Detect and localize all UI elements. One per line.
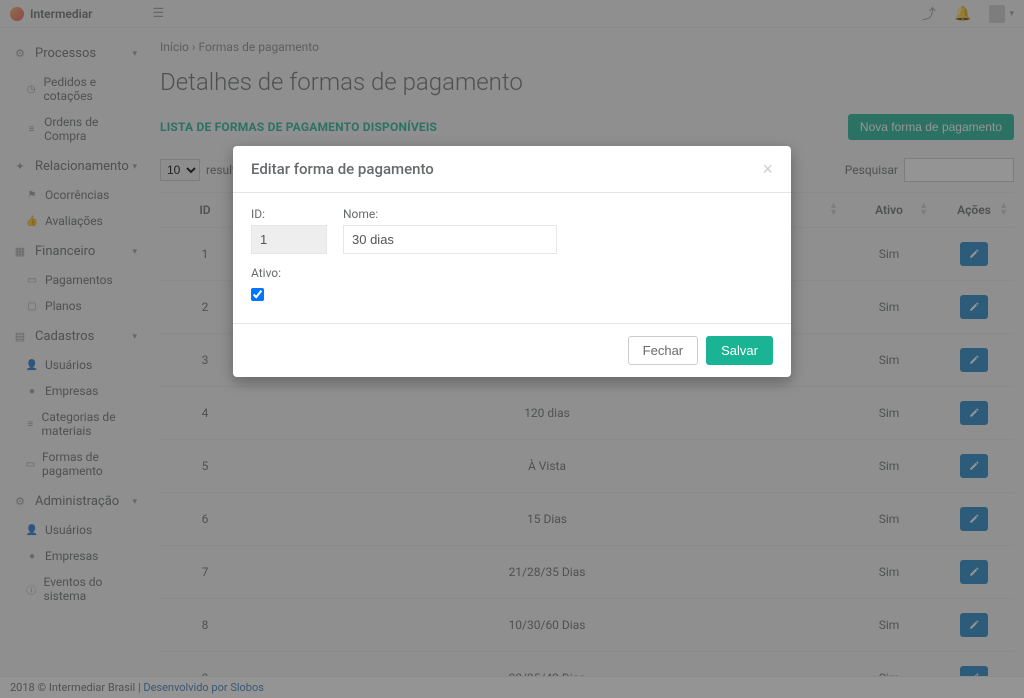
- save-button[interactable]: Salvar: [706, 336, 773, 365]
- modal-title: Editar forma de pagamento: [251, 160, 434, 178]
- edit-payment-modal: Editar forma de pagamento × ID: Nome: At…: [233, 146, 791, 377]
- label-id: ID:: [251, 207, 327, 221]
- input-id: [251, 225, 327, 254]
- label-name: Nome:: [343, 207, 557, 221]
- modal-close-button[interactable]: ×: [762, 160, 773, 178]
- close-button[interactable]: Fechar: [628, 336, 698, 365]
- input-name[interactable]: [343, 225, 557, 254]
- checkbox-active[interactable]: [251, 288, 264, 301]
- label-active: Ativo:: [251, 266, 773, 280]
